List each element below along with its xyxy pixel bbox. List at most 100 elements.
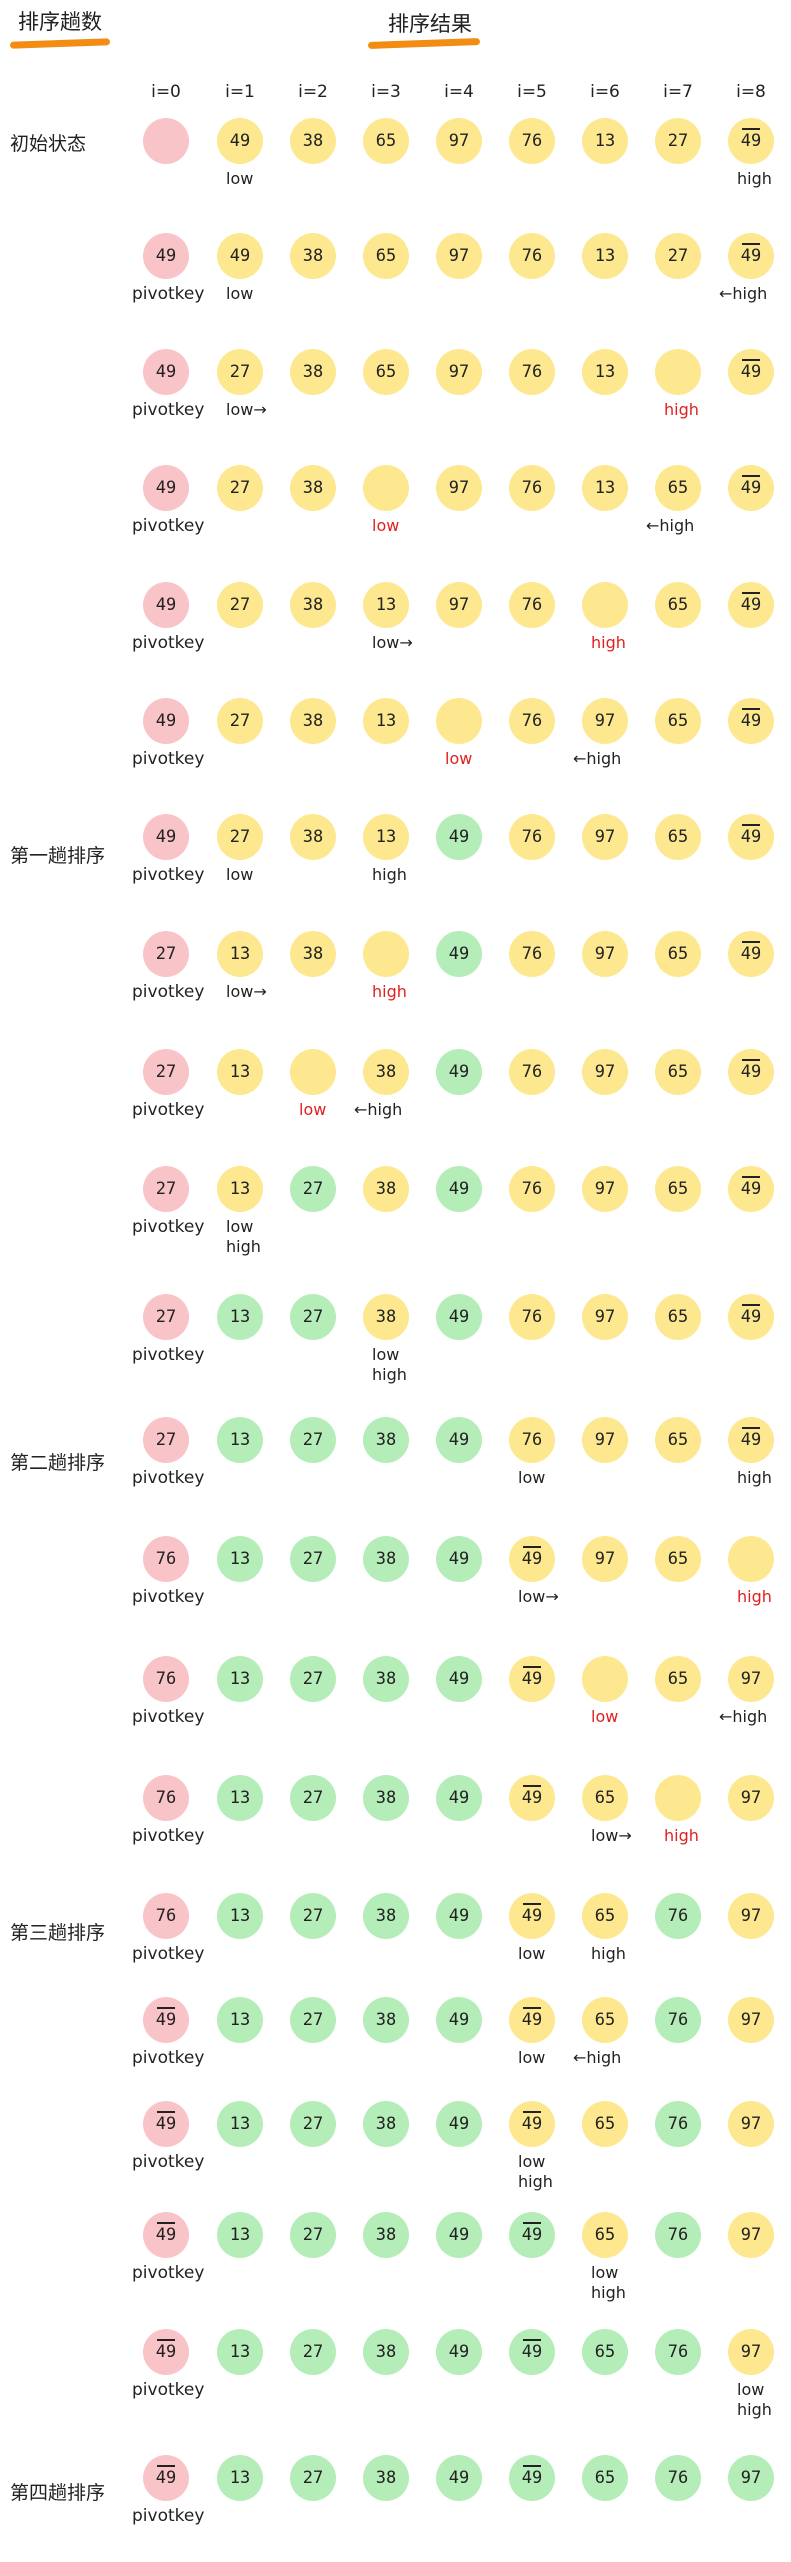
cell-value: 13 bbox=[229, 2225, 251, 2245]
array-cell: 38 bbox=[363, 1536, 409, 1582]
array-cell: 13 bbox=[363, 582, 409, 628]
cell-value: 76 bbox=[521, 246, 543, 266]
cell-value: 13 bbox=[594, 131, 616, 151]
array-cell: 49 bbox=[436, 2101, 482, 2147]
array-cell: 97 bbox=[728, 1997, 774, 2043]
cell-value: 27 bbox=[302, 2114, 324, 2134]
array-cell: 49 bbox=[436, 1775, 482, 1821]
cell-value: 49 bbox=[448, 1669, 470, 1689]
cell-value: 76 bbox=[521, 1062, 543, 1082]
array-cell: 49 bbox=[436, 1997, 482, 2043]
array-cell: 27 bbox=[290, 2212, 336, 2258]
cell-value: 27 bbox=[155, 1062, 177, 1082]
pivotkey-label: pivotkey bbox=[132, 284, 205, 304]
pointer-label: low bbox=[445, 749, 473, 768]
array-cell bbox=[363, 465, 409, 511]
cell-value: 65 bbox=[594, 2114, 616, 2134]
pointer-label: low bbox=[372, 1345, 400, 1364]
cell-value: 76 bbox=[155, 1669, 177, 1689]
cell-value: 65 bbox=[667, 1062, 689, 1082]
cell-value: 49 bbox=[155, 827, 177, 847]
column-header: i=0 bbox=[151, 82, 181, 102]
cell-value: 97 bbox=[594, 1549, 616, 1569]
array-cell bbox=[290, 1049, 336, 1095]
cell-value: 65 bbox=[667, 1549, 689, 1569]
array-cell: 27 bbox=[290, 1417, 336, 1463]
cell-value: 97 bbox=[740, 2468, 762, 2488]
array-cell: 27 bbox=[143, 1294, 189, 1340]
cell-value: 27 bbox=[302, 1549, 324, 1569]
cell-value: 65 bbox=[375, 131, 397, 151]
array-cell: 13 bbox=[217, 1049, 263, 1095]
array-cell: 65 bbox=[655, 698, 701, 744]
cell-value: 49 bbox=[448, 2342, 470, 2362]
array-cell: 49 bbox=[728, 1417, 774, 1463]
array-cell: 76 bbox=[509, 814, 555, 860]
cell-value: 38 bbox=[302, 246, 324, 266]
array-cell: 13 bbox=[363, 814, 409, 860]
cell-value: 13 bbox=[594, 246, 616, 266]
pointer-label: low bbox=[591, 1707, 619, 1726]
cell-value: 97 bbox=[740, 1906, 762, 1926]
cell-value: 27 bbox=[229, 478, 251, 498]
pointer-label: low bbox=[226, 284, 254, 303]
cell-value: 38 bbox=[375, 1549, 397, 1569]
cell-value: 27 bbox=[302, 1307, 324, 1327]
cell-value: 76 bbox=[667, 2342, 689, 2362]
array-cell bbox=[582, 1656, 628, 1702]
array-cell: 49 bbox=[509, 1997, 555, 2043]
array-cell: 49 bbox=[143, 814, 189, 860]
array-cell: 97 bbox=[436, 349, 482, 395]
array-cell: 27 bbox=[655, 118, 701, 164]
array-cell: 97 bbox=[582, 931, 628, 977]
cell-value: 13 bbox=[229, 2468, 251, 2488]
pointer-label: high bbox=[737, 2400, 772, 2419]
array-cell: 49 bbox=[728, 349, 774, 395]
cell-value: 49 bbox=[521, 2222, 543, 2245]
pointer-label: low→ bbox=[226, 400, 267, 419]
pointer-label: low bbox=[737, 2380, 765, 2399]
array-cell: 49 bbox=[728, 118, 774, 164]
pivotkey-label: pivotkey bbox=[132, 1345, 205, 1365]
pointer-label: high bbox=[664, 1826, 699, 1845]
array-cell bbox=[582, 582, 628, 628]
array-cell: 49 bbox=[728, 582, 774, 628]
array-cell: 76 bbox=[655, 2329, 701, 2375]
array-cell: 49 bbox=[728, 1166, 774, 1212]
pointer-label: low→ bbox=[372, 633, 413, 652]
array-cell: 38 bbox=[363, 1294, 409, 1340]
array-cell: 65 bbox=[655, 1294, 701, 1340]
quicksort-diagram: 排序趟数 排序结果 i=0 i=1 i=2 i=3 i=4 i=5 i=6 i=7 i=8 初始状… bbox=[0, 0, 791, 2562]
cell-value: 76 bbox=[521, 478, 543, 498]
cell-value: 76 bbox=[155, 1788, 177, 1808]
array-cell: 27 bbox=[143, 1049, 189, 1095]
array-cell: 49 bbox=[143, 582, 189, 628]
column-header: i=8 bbox=[736, 82, 766, 102]
header-sort-result: 排序结果 bbox=[388, 12, 472, 36]
array-cell: 13 bbox=[217, 1417, 263, 1463]
cell-value: 27 bbox=[229, 827, 251, 847]
array-cell: 38 bbox=[363, 1049, 409, 1095]
cell-value: 76 bbox=[667, 2468, 689, 2488]
cell-value: 49 bbox=[155, 2007, 177, 2030]
array-cell: 49 bbox=[509, 2101, 555, 2147]
array-cell: 49 bbox=[436, 1294, 482, 1340]
cell-value: 49 bbox=[448, 1788, 470, 1808]
array-cell: 97 bbox=[436, 582, 482, 628]
cell-value: 49 bbox=[740, 592, 762, 615]
array-cell: 97 bbox=[436, 118, 482, 164]
array-cell: 49 bbox=[436, 814, 482, 860]
array-cell: 49 bbox=[509, 1536, 555, 1582]
header-sort-pass-underline bbox=[9, 38, 111, 49]
array-cell: 13 bbox=[217, 1656, 263, 1702]
cell-value: 65 bbox=[667, 711, 689, 731]
cell-value: 65 bbox=[667, 827, 689, 847]
cell-value: 76 bbox=[521, 827, 543, 847]
pointer-label: high bbox=[737, 1587, 772, 1606]
array-cell: 49 bbox=[436, 1166, 482, 1212]
array-cell: 76 bbox=[509, 349, 555, 395]
cell-value: 97 bbox=[594, 827, 616, 847]
cell-value: 65 bbox=[667, 944, 689, 964]
cell-value: 27 bbox=[155, 1307, 177, 1327]
cell-value: 38 bbox=[302, 131, 324, 151]
